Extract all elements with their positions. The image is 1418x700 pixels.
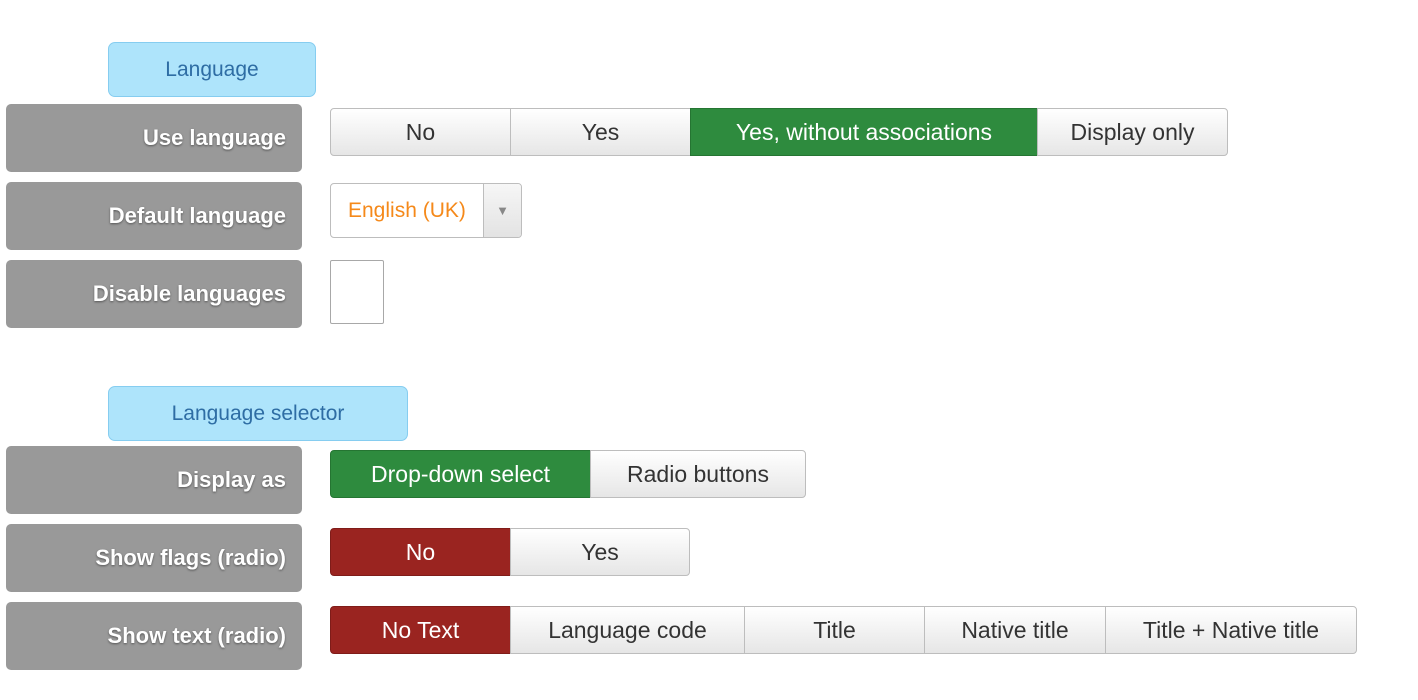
show-text-option-title-native-title[interactable]: Title + Native title bbox=[1105, 606, 1357, 654]
label-default-language: Default language bbox=[6, 182, 302, 250]
show-text-option-title[interactable]: Title bbox=[744, 606, 925, 654]
use-language-toggle-group: No Yes Yes, without associations Display… bbox=[330, 108, 1228, 156]
chevron-down-icon[interactable]: ▼ bbox=[483, 184, 521, 237]
default-language-value: English (UK) bbox=[348, 198, 466, 222]
show-flags-option-yes[interactable]: Yes bbox=[510, 528, 690, 576]
label-show-flags: Show flags (radio) bbox=[6, 524, 302, 592]
show-text-toggle-group: No Text Language code Title Native title… bbox=[330, 606, 1357, 654]
show-flags-option-no[interactable]: No bbox=[330, 528, 511, 576]
show-text-option-native-title[interactable]: Native title bbox=[924, 606, 1106, 654]
label-disable-languages: Disable languages bbox=[6, 260, 302, 328]
default-language-select[interactable]: English (UK) ▼ bbox=[330, 183, 522, 238]
display-as-option-drop-down-select[interactable]: Drop-down select bbox=[330, 450, 591, 498]
label-show-text: Show text (radio) bbox=[6, 602, 302, 670]
use-language-option-no[interactable]: No bbox=[330, 108, 511, 156]
section-title-language-selector: Language selector bbox=[108, 386, 408, 441]
use-language-option-yes-without-associations[interactable]: Yes, without associations bbox=[690, 108, 1038, 156]
show-text-option-language-code[interactable]: Language code bbox=[510, 606, 745, 654]
show-flags-toggle-group: No Yes bbox=[330, 528, 690, 576]
label-use-language: Use language bbox=[6, 104, 302, 172]
disable-languages-checkbox[interactable] bbox=[330, 260, 384, 324]
section-title-language: Language bbox=[108, 42, 316, 97]
use-language-option-yes[interactable]: Yes bbox=[510, 108, 691, 156]
use-language-option-display-only[interactable]: Display only bbox=[1037, 108, 1228, 156]
show-text-option-no-text[interactable]: No Text bbox=[330, 606, 511, 654]
display-as-option-radio-buttons[interactable]: Radio buttons bbox=[590, 450, 806, 498]
display-as-toggle-group: Drop-down select Radio buttons bbox=[330, 450, 806, 498]
label-display-as: Display as bbox=[6, 446, 302, 514]
